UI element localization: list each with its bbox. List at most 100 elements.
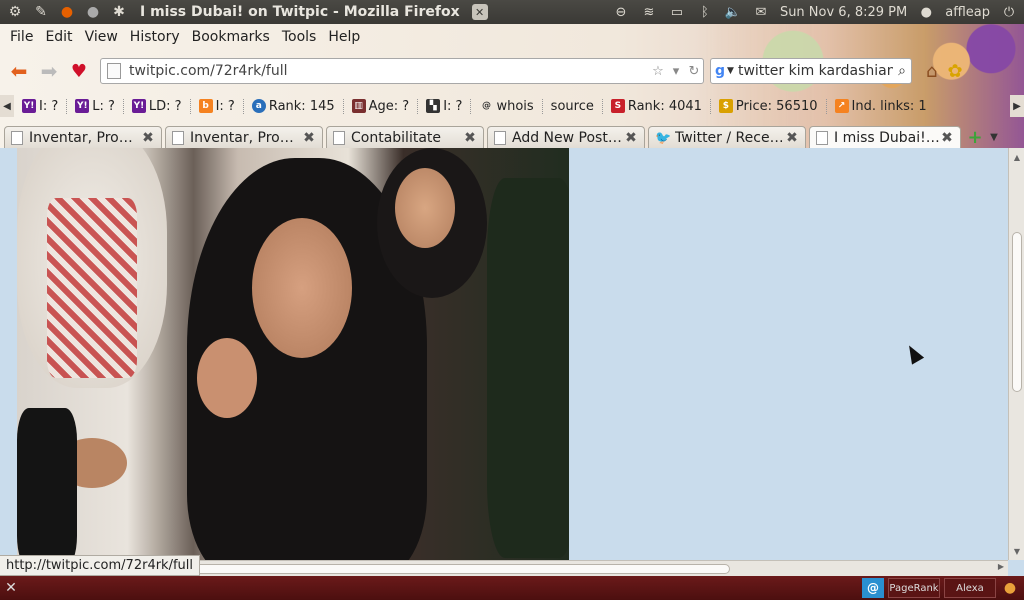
scroll-right-icon[interactable]: ▶ [998,562,1004,571]
yahoo-icon: Y! [22,99,36,113]
pagerank-badge[interactable]: PageRank [888,578,940,598]
search-engine-dropdown-icon[interactable]: ▼ [727,66,734,76]
menu-tools[interactable]: Tools [276,29,323,45]
alexa-badge[interactable]: Alexa [944,578,996,598]
close-icon[interactable]: ✖ [785,130,799,146]
seo-item[interactable]: @ whois [471,98,543,114]
firefox-icon[interactable]: ● [1000,578,1020,598]
tab[interactable]: 🐦 Twitter / Recen... ✖ [648,126,806,148]
close-icon[interactable]: ✕ [471,4,488,20]
seo-item[interactable]: $ Price: 56510 [711,98,827,114]
tab-label: Add New Post ‹... [512,129,624,146]
scroll-left-icon[interactable]: ◀ [0,95,14,117]
photo-detail [47,198,137,378]
menu-help[interactable]: Help [322,29,366,45]
user-name[interactable]: affleap [945,5,990,20]
tab[interactable]: Add New Post ‹... ✖ [487,126,645,148]
page-icon [107,63,121,79]
ubuntu-logo-icon[interactable]: ⚙ [4,1,26,23]
tab[interactable]: Contabilitate ✖ [326,126,484,148]
tab-label: Inventar, Profil... [29,129,141,146]
new-tab-button[interactable]: + [964,126,986,148]
seo-item[interactable]: ↗ Ind. links: 1 [827,99,935,114]
menu-file[interactable]: File [4,29,39,45]
search-icon[interactable]: ⌕ [893,63,911,79]
power-icon[interactable]: ⏻ [1000,4,1018,20]
page-icon [172,130,184,145]
menu-edit[interactable]: Edit [39,29,78,45]
tab-strip: Inventar, Profil... ✖ Inventar, Profil..… [0,124,1024,148]
seo-toolbar: ◀ Y! I: ? Y! L: ? Y! LD: ? b I: ? a Rank: 145… [0,94,1024,118]
settings-icon[interactable]: ✱ [108,1,130,23]
editor-icon[interactable]: ✎ [30,1,52,23]
close-icon[interactable]: ✖ [940,130,954,146]
url-text[interactable]: twitpic.com/72r4rk/full [129,63,649,79]
mail-icon[interactable]: ✉ [752,4,770,20]
seo-item[interactable]: ▚ I: ? [418,98,472,114]
archive-icon: ▥ [351,99,366,113]
user-icon[interactable]: ● [917,4,935,20]
menu-bookmarks[interactable]: Bookmarks [186,29,276,45]
close-icon[interactable]: ✖ [463,130,477,146]
battery-icon[interactable]: ▭ [668,4,686,20]
page-icon [816,130,828,145]
forward-button[interactable]: ➡ [34,57,64,85]
chrome-icon[interactable]: ● [82,1,104,23]
search-bar[interactable]: g ▼ twitter kim kardashian ⌕ [710,58,912,84]
bluetooth-icon[interactable]: ᛒ [696,4,714,20]
tab-active[interactable]: I miss Dubai! o... ✖ [809,126,961,148]
back-button[interactable]: ⬅ [4,57,34,85]
seo-item[interactable]: S Rank: 4041 [603,98,711,114]
tab[interactable]: Inventar, Profil... ✖ [4,126,162,148]
tab-list-dropdown-icon[interactable]: ▼ [986,126,1002,148]
window-title: I miss Dubai! on Twitpic - Mozilla Firef… [140,4,460,20]
heart-icon[interactable]: ♥ [64,57,94,85]
close-icon[interactable]: ✖ [302,130,316,146]
home-icon[interactable]: ⌂ [926,61,937,82]
at-icon[interactable]: @ [862,578,884,598]
wifi-icon[interactable]: ≋ [640,4,658,20]
menubar: File Edit View History Bookmarks Tools H… [0,24,366,50]
firefox-icon[interactable]: ● [56,1,78,23]
url-dropdown-icon[interactable]: ▾ [667,64,685,79]
close-icon[interactable]: ✖ [624,130,638,146]
links-icon: ↗ [834,99,849,113]
scroll-right-icon[interactable]: ▶ [1010,95,1024,117]
bing-icon: b [198,99,213,113]
search-input[interactable]: twitter kim kardashian [738,63,893,79]
menu-view[interactable]: View [79,29,124,45]
seo-item[interactable]: Y! I: ? [14,98,68,114]
bottom-panel-tray: @ PageRank Alexa ● [862,578,1024,598]
seo-item[interactable]: ▥ Age: ? [344,98,419,114]
clock[interactable]: Sun Nov 6, 8:29 PM [780,5,907,20]
page-content [0,148,1008,560]
tab[interactable]: Inventar, Profil... ✖ [165,126,323,148]
reload-icon[interactable]: ↻ [685,64,703,79]
browser-chrome: File Edit View History Bookmarks Tools H… [0,24,1024,148]
menu-history[interactable]: History [124,29,186,45]
yahoo-icon: Y! [75,99,90,113]
url-bar[interactable]: twitpic.com/72r4rk/full ☆ ▾ ↻ [100,58,704,84]
bookmark-star-icon[interactable]: ☆ [649,64,667,79]
scroll-down-icon[interactable]: ▼ [1009,544,1024,558]
scroll-up-icon[interactable]: ▲ [1009,150,1024,164]
twitter-icon: 🐦 [655,130,672,146]
seo-item[interactable]: source [543,98,603,114]
photo[interactable] [17,148,569,560]
vertical-scrollbar[interactable]: ▲ ▼ [1008,148,1024,560]
photo-detail [197,338,257,418]
addon-icon[interactable]: ✿ [947,61,962,82]
close-icon[interactable]: ✕ [0,580,22,596]
vertical-scrollbar-thumb[interactable] [1012,232,1022,392]
seo-item[interactable]: Y! LD: ? [124,98,191,114]
photo-detail [487,178,569,558]
seo-item[interactable]: b I: ? [191,98,244,114]
volume-icon[interactable]: 🔈 [724,4,742,20]
close-icon[interactable]: ✖ [141,130,155,146]
minus-circle-icon[interactable]: ⊖ [612,4,630,20]
top-panel: ⚙ ✎ ● ● ✱ I miss Dubai! on Twitpic - Moz… [0,0,1024,24]
google-icon[interactable]: g [715,63,725,79]
seo-item[interactable]: Y! L: ? [67,98,124,114]
seo-item[interactable]: a Rank: 145 [244,98,344,114]
page-icon [333,130,345,145]
